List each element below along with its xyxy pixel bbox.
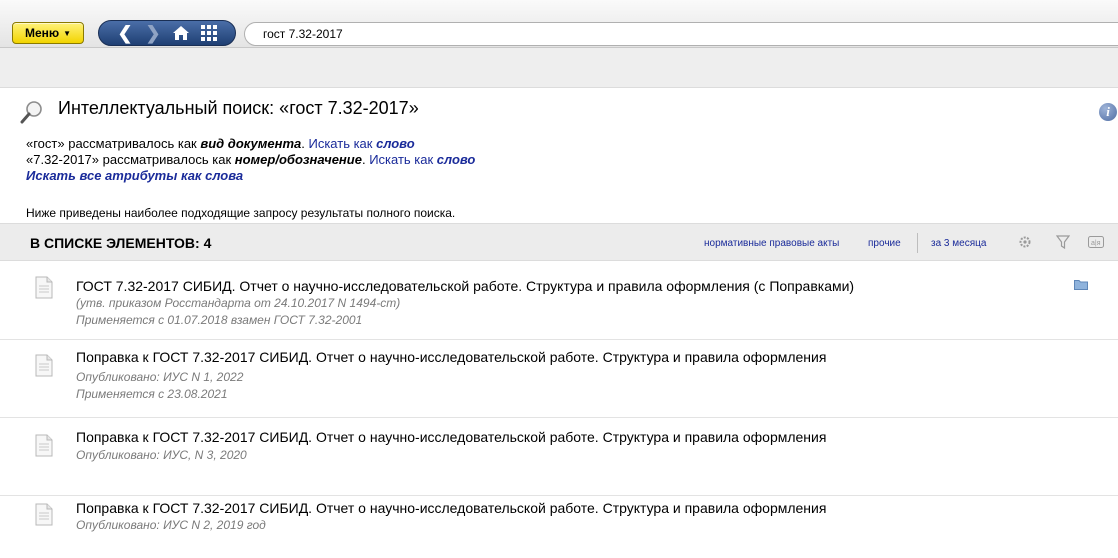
page-title: Интеллектуальный поиск: «гост 7.32-2017» xyxy=(58,98,419,118)
info-icon[interactable]: i xyxy=(1099,103,1117,121)
home-icon[interactable] xyxy=(169,22,193,44)
list-item[interactable]: Поправка к ГОСТ 7.32-2017 СИБИД. Отчет о… xyxy=(0,496,1118,558)
search-input-value: гост 7.32-2017 xyxy=(263,27,343,41)
link-prefix: Искать как xyxy=(308,136,377,151)
document-title-link[interactable]: Поправка к ГОСТ 7.32-2017 СИБИД. Отчет о… xyxy=(76,349,826,365)
forward-icon[interactable]: ❯ xyxy=(141,22,165,44)
document-meta: Опубликовано: ИУС, N 3, 2020 xyxy=(76,448,247,462)
list-item[interactable]: Поправка к ГОСТ 7.32-2017 СИБИД. Отчет о… xyxy=(0,340,1118,418)
document-title-link[interactable]: Поправка к ГОСТ 7.32-2017 СИБИД. Отчет о… xyxy=(76,500,826,516)
filter-other[interactable]: прочие xyxy=(868,238,901,249)
filter-normative-acts[interactable]: нормативные правовые акты xyxy=(704,238,839,249)
document-meta: (утв. приказом Росстандарта от 24.10.201… xyxy=(76,296,401,310)
query-interpretation: «гост» рассматривалось как вид документа… xyxy=(26,136,475,184)
sort-icon[interactable]: а|я xyxy=(1088,234,1104,250)
term: «гост» xyxy=(26,136,65,151)
toolbar-band xyxy=(0,48,1118,88)
search-as-word-link[interactable]: Искать как слово xyxy=(308,136,414,151)
top-toolbar: Меню ▼ ❮ ❯ гост 7.32-2017 xyxy=(0,0,1118,48)
results-note: Ниже приведены наиболее подходящие запро… xyxy=(26,206,456,220)
link-word: слово xyxy=(376,136,415,151)
back-icon[interactable]: ❮ xyxy=(113,22,137,44)
document-icon xyxy=(35,434,53,457)
search-input[interactable]: гост 7.32-2017 xyxy=(244,22,1118,46)
svg-text:а|я: а|я xyxy=(1091,240,1101,247)
magnifier-icon xyxy=(20,100,44,124)
term: «7.32-2017» xyxy=(26,152,100,167)
term-interpretation: вид документа xyxy=(200,136,302,151)
interpretation-line: «7.32-2017» рассматривалось как номер/об… xyxy=(26,152,475,168)
document-icon xyxy=(35,354,53,377)
term-text: рассматривалось как xyxy=(64,136,201,151)
link-prefix: Искать как xyxy=(369,152,437,167)
document-title-link[interactable]: ГОСТ 7.32-2017 СИБИД. Отчет о научно-исс… xyxy=(76,278,854,294)
document-title-link[interactable]: Поправка к ГОСТ 7.32-2017 СИБИД. Отчет о… xyxy=(76,429,826,445)
grid-icon[interactable] xyxy=(197,22,221,44)
document-icon xyxy=(35,503,53,526)
link-word: слово xyxy=(436,152,476,167)
filter-last-3-months[interactable]: за 3 месяца xyxy=(931,238,986,249)
folder-icon[interactable] xyxy=(1074,278,1088,290)
navigation-group: ❮ ❯ xyxy=(98,20,236,46)
filter-icon[interactable] xyxy=(1055,234,1071,250)
filter-divider xyxy=(917,233,918,253)
document-icon xyxy=(35,276,53,299)
search-all-as-words-link[interactable]: Искать все атрибуты как слова xyxy=(26,168,243,183)
document-meta: Опубликовано: ИУС N 1, 2022 xyxy=(76,370,244,384)
list-item[interactable]: ГОСТ 7.32-2017 СИБИД. Отчет о научно-исс… xyxy=(0,262,1118,340)
term-text: рассматривалось как xyxy=(99,152,235,167)
document-meta: Применяется с 23.08.2021 xyxy=(76,387,228,401)
document-meta: Применяется с 01.07.2018 взамен ГОСТ 7.3… xyxy=(76,313,363,327)
document-meta: Опубликовано: ИУС N 2, 2019 год xyxy=(76,518,266,532)
settings-icon[interactable] xyxy=(1017,234,1033,250)
interpretation-line: «гост» рассматривалось как вид документа… xyxy=(26,136,475,152)
results-count-title: В СПИСКЕ ЭЛЕМЕНТОВ: 4 xyxy=(30,235,212,251)
search-as-word-link[interactable]: Искать как слово xyxy=(369,152,475,167)
menu-label: Меню xyxy=(24,26,60,40)
caret-down-icon: ▼ xyxy=(63,28,72,38)
term-interpretation: номер/обозначение xyxy=(234,152,362,167)
menu-button[interactable]: Меню ▼ xyxy=(12,22,84,44)
list-item[interactable]: Поправка к ГОСТ 7.32-2017 СИБИД. Отчет о… xyxy=(0,418,1118,496)
results-list-header: В СПИСКЕ ЭЛЕМЕНТОВ: 4 нормативные правов… xyxy=(0,223,1118,261)
